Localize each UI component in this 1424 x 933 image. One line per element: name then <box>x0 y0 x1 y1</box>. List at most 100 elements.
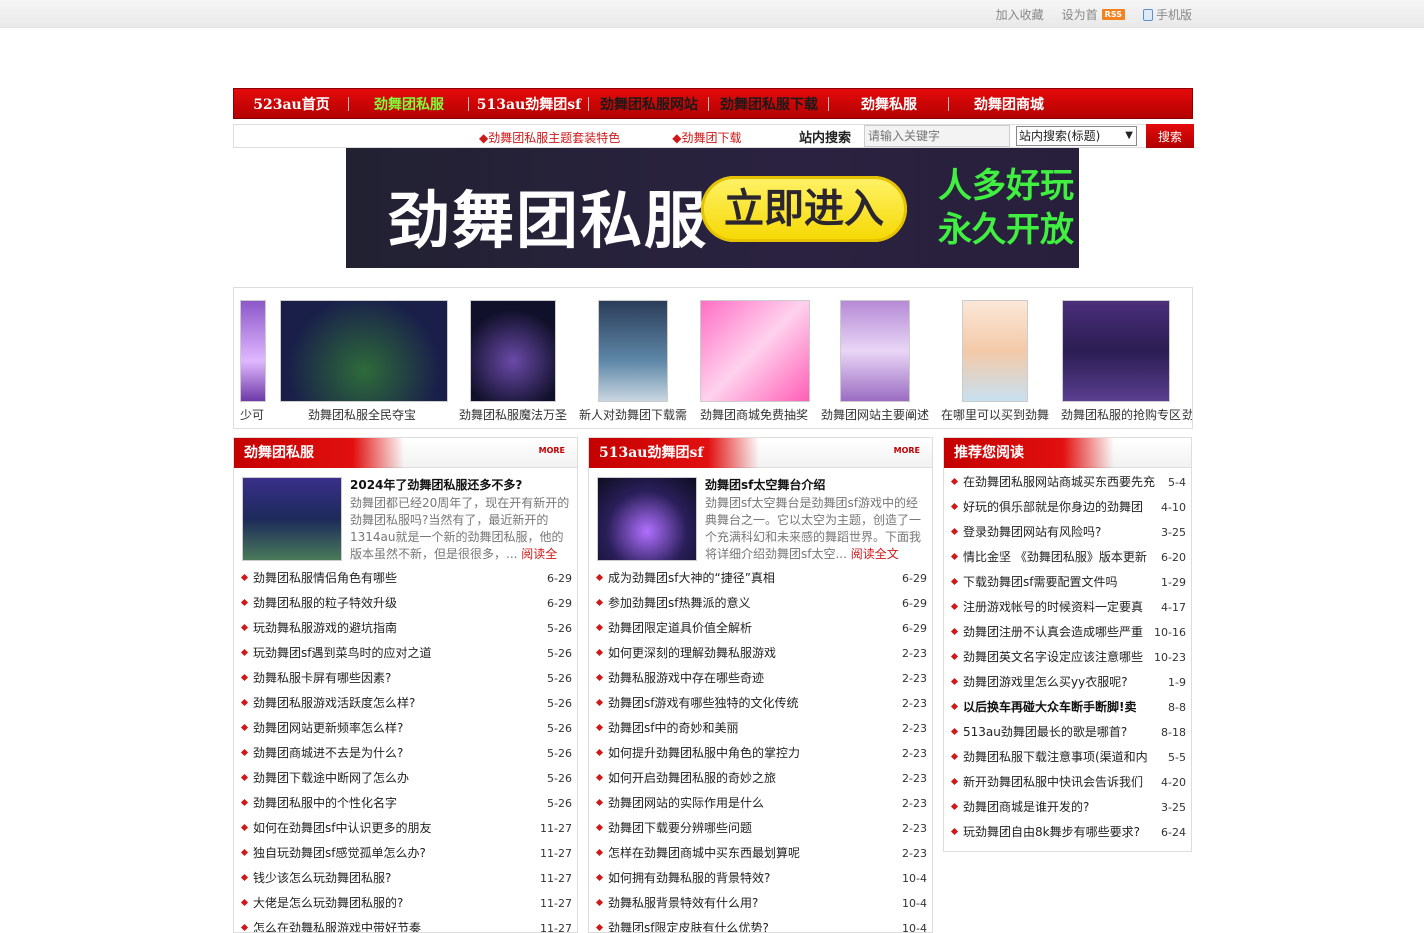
list-item[interactable]: 成为劲舞团sf大神的“捷径”真相 6-29 <box>589 566 932 591</box>
nav-download[interactable]: 劲舞团私服下载 <box>709 94 829 114</box>
list-item[interactable]: 如何提升劲舞团私服中角色的掌控力 2-23 <box>589 741 932 766</box>
list-item-title[interactable]: 以后换车再碰大众车断手断脚!卖 <box>963 695 1155 720</box>
gallery-image[interactable] <box>840 300 910 402</box>
nav-server-site[interactable]: 劲舞团私服网站 <box>589 94 709 114</box>
list-item-title[interactable]: 劲舞团私服情侣角色有哪些 <box>253 566 536 591</box>
rss-icon[interactable]: RSS <box>1101 9 1125 20</box>
nav-mall[interactable]: 劲舞团商城 <box>949 94 1069 114</box>
gallery-image[interactable] <box>598 300 668 402</box>
promo-banner[interactable]: 劲舞团私服 立即进入 人多好玩 永久开放 <box>346 148 1079 268</box>
list-item-title[interactable]: 劲舞团下载途中断网了怎么办 <box>253 766 536 791</box>
list-item[interactable]: 劲舞团网站更新频率怎么样? 5-26 <box>234 716 577 741</box>
list-item-title[interactable]: 玩劲舞私服游戏的避坑指南 <box>253 616 536 641</box>
gallery-caption[interactable]: 劲舞团商城免费抽奖 <box>700 406 808 423</box>
list-item[interactable]: 劲舞团下载途中断网了怎么办 5-26 <box>234 766 577 791</box>
list-item[interactable]: 劲舞团下载要分辨哪些问题 2-23 <box>589 816 932 841</box>
list-item-title[interactable]: 参加劲舞团sf热舞派的意义 <box>608 591 891 616</box>
list-item[interactable]: 玩劲舞团自由8k舞步有哪些要求? 6-24 <box>944 820 1191 845</box>
featured-thumbnail[interactable] <box>242 477 342 561</box>
list-item[interactable]: 劲舞团sf中的奇妙和美丽 2-23 <box>589 716 932 741</box>
gallery-caption[interactable]: 在哪里可以买到劲舞 <box>941 406 1049 423</box>
read-more-link[interactable]: 阅读全文 <box>851 547 899 561</box>
list-item-title[interactable]: 独自玩劲舞团sf感觉孤单怎么办? <box>253 841 536 866</box>
list-item-title[interactable]: 钱少该怎么玩劲舞团私服? <box>253 866 536 891</box>
list-item-title[interactable]: 劲舞团私服下载注意事项(渠道和内 <box>963 745 1155 770</box>
more-link[interactable]: MORE <box>539 446 565 455</box>
list-item[interactable]: 以后换车再碰大众车断手断脚!卖 8-8 <box>944 695 1191 720</box>
list-item-title[interactable]: 劲舞团游戏里怎么买yy衣服呢? <box>963 670 1155 695</box>
list-item-title[interactable]: 如何在劲舞团sf中认识更多的朋友 <box>253 816 536 841</box>
gallery-caption[interactable]: 劲舞团私服全民夺宝 <box>308 406 416 423</box>
list-item[interactable]: 劲舞团sf游戏有哪些独特的文化传统 2-23 <box>589 691 932 716</box>
nav-513au[interactable]: 513au劲舞团sf <box>469 94 589 114</box>
list-item-title[interactable]: 劲舞团私服中的个性化名字 <box>253 791 536 816</box>
list-item-title[interactable]: 玩劲舞团sf遇到菜鸟时的应对之道 <box>253 641 536 666</box>
list-item[interactable]: 参加劲舞团sf热舞派的意义 6-29 <box>589 591 932 616</box>
more-link[interactable]: MORE <box>894 446 920 455</box>
featured-thumbnail[interactable] <box>597 477 697 561</box>
list-item-title[interactable]: 如何开启劲舞团私服的奇妙之旅 <box>608 766 891 791</box>
list-item[interactable]: 劲舞团游戏里怎么买yy衣服呢? 1-9 <box>944 670 1191 695</box>
search-button[interactable]: 搜索 <box>1146 124 1194 148</box>
gallery-image[interactable] <box>280 300 448 402</box>
featured-title[interactable]: 2024年了劲舞团私服还多不多? <box>350 476 522 493</box>
list-item-title[interactable]: 在劲舞团私服网站商城买东西要先充 <box>963 470 1155 495</box>
list-item-title[interactable]: 劲舞团网站更新频率怎么样? <box>253 716 536 741</box>
list-item[interactable]: 注册游戏帐号的时候资料一定要真 4-17 <box>944 595 1191 620</box>
list-item[interactable]: 劲舞团注册不认真会造成哪些严重 10-16 <box>944 620 1191 645</box>
list-item[interactable]: 劲舞团sf限定皮肤有什么优势? 10-4 <box>589 916 932 932</box>
list-item-title[interactable]: 劲舞团商城进不去是为什么? <box>253 741 536 766</box>
list-item[interactable]: 劲舞团私服游戏活跃度怎么样? 5-26 <box>234 691 577 716</box>
list-item[interactable]: 玩劲舞团sf遇到菜鸟时的应对之道 5-26 <box>234 641 577 666</box>
list-item-title[interactable]: 怎样在劲舞团商城中买东西最划算呢 <box>608 841 891 866</box>
list-item-title[interactable]: 劲舞团sf中的奇妙和美丽 <box>608 716 891 741</box>
list-item[interactable]: 如何拥有劲舞私服的背景特效? 10-4 <box>589 866 932 891</box>
list-item[interactable]: 劲舞团限定道具价值全解析 6-29 <box>589 616 932 641</box>
gallery-image[interactable] <box>700 300 810 402</box>
gallery-image[interactable] <box>962 300 1028 402</box>
list-item-title[interactable]: 下载劲舞团sf需要配置文件吗 <box>963 570 1155 595</box>
list-item-title[interactable]: 如何拥有劲舞私服的背景特效? <box>608 866 891 891</box>
list-item[interactable]: 劲舞私服卡屏有哪些因素? 5-26 <box>234 666 577 691</box>
list-item-title[interactable]: 好玩的俱乐部就是你身边的劲舞团 <box>963 495 1155 520</box>
list-item[interactable]: 独自玩劲舞团sf感觉孤单怎么办? 11-27 <box>234 841 577 866</box>
featured-title[interactable]: 劲舞团sf太空舞台介绍 <box>705 476 825 493</box>
list-item-title[interactable]: 劲舞团注册不认真会造成哪些严重 <box>963 620 1155 645</box>
list-item-title[interactable]: 劲舞团网站的实际作用是什么 <box>608 791 891 816</box>
list-item[interactable]: 劲舞团商城是谁开发的? 3-25 <box>944 795 1191 820</box>
list-item[interactable]: 怎么在劲舞私服游戏中带好节奏 11-27 <box>234 916 577 932</box>
mobile-link[interactable]: 手机版 <box>1142 6 1192 23</box>
nav-private-server[interactable]: 劲舞团私服 <box>349 94 469 114</box>
list-item[interactable]: 劲舞私服背景特效有什么用? 10-4 <box>589 891 932 916</box>
list-item[interactable]: 好玩的俱乐部就是你身边的劲舞团 4-10 <box>944 495 1191 520</box>
list-item-title[interactable]: 劲舞团私服游戏活跃度怎么样? <box>253 691 536 716</box>
gallery-caption[interactable]: 劲舞团私服的抢购专区 <box>1061 406 1181 423</box>
list-item-title[interactable]: 怎么在劲舞私服游戏中带好节奏 <box>253 916 536 932</box>
list-item[interactable]: 513au劲舞团最长的歌是哪首? 8-18 <box>944 720 1191 745</box>
list-item[interactable]: 登录劲舞团网站有风险吗? 3-25 <box>944 520 1191 545</box>
list-item-title[interactable]: 劲舞团sf游戏有哪些独特的文化传统 <box>608 691 891 716</box>
list-item-title[interactable]: 劲舞团私服的粒子特效升级 <box>253 591 536 616</box>
banner-enter-button[interactable]: 立即进入 <box>701 176 907 242</box>
list-item[interactable]: 劲舞团私服情侣角色有哪些 6-29 <box>234 566 577 591</box>
list-item[interactable]: 大佬是怎么玩劲舞团私服的? 11-27 <box>234 891 577 916</box>
gallery-image[interactable] <box>240 300 266 402</box>
list-item-title[interactable]: 登录劲舞团网站有风险吗? <box>963 520 1155 545</box>
nav-home[interactable]: 523au首页 <box>234 94 349 114</box>
list-item[interactable]: 劲舞团私服下载注意事项(渠道和内 5-5 <box>944 745 1191 770</box>
list-item-title[interactable]: 劲舞团商城是谁开发的? <box>963 795 1155 820</box>
bookmark-link[interactable]: 加入收藏 <box>996 6 1044 23</box>
list-item[interactable]: 劲舞团商城进不去是为什么? 5-26 <box>234 741 577 766</box>
list-item-title[interactable]: 新开劲舞团私服中快讯会告诉我们 <box>963 770 1155 795</box>
list-item[interactable]: 玩劲舞私服游戏的避坑指南 5-26 <box>234 616 577 641</box>
list-item[interactable]: 如何更深刻的理解劲舞私服游戏 2-23 <box>589 641 932 666</box>
gallery-caption[interactable]: 少可 <box>240 406 264 423</box>
ticker-item[interactable]: ◆劲舞团私服主题套装特色 <box>479 131 620 145</box>
list-item[interactable]: 钱少该怎么玩劲舞团私服? 11-27 <box>234 866 577 891</box>
list-item[interactable]: 劲舞团英文名字设定应该注意哪些 10-23 <box>944 645 1191 670</box>
gallery-caption[interactable]: 劲舞团网站主要阐述 <box>821 406 929 423</box>
list-item-title[interactable]: 劲舞团下载要分辨哪些问题 <box>608 816 891 841</box>
list-item-title[interactable]: 大佬是怎么玩劲舞团私服的? <box>253 891 536 916</box>
list-item[interactable]: 劲舞团网站的实际作用是什么 2-23 <box>589 791 932 816</box>
list-item-title[interactable]: 513au劲舞团最长的歌是哪首? <box>963 720 1155 745</box>
